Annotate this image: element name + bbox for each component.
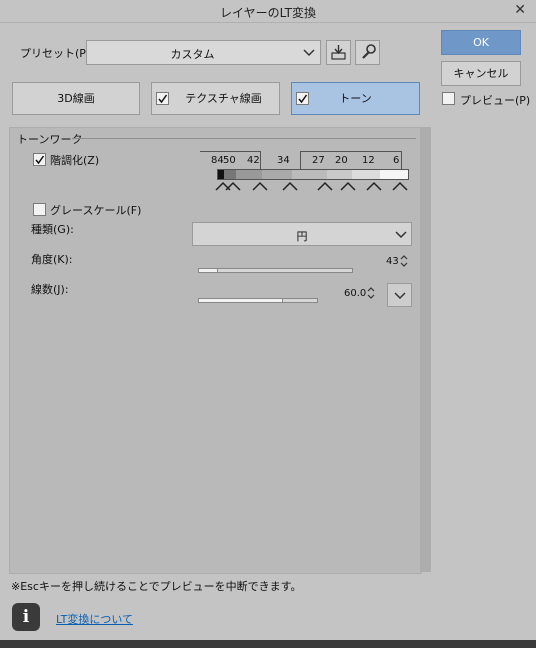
level-handle[interactable] xyxy=(339,181,357,191)
spinner-icon[interactable] xyxy=(366,286,376,300)
angle-slider[interactable] xyxy=(198,268,353,273)
level-handle[interactable] xyxy=(391,181,409,191)
panel-scrollbar[interactable] xyxy=(420,127,431,572)
level-handle[interactable] xyxy=(365,181,383,191)
lines-options-button[interactable] xyxy=(387,283,412,307)
lines-value[interactable]: 60.0 xyxy=(344,288,366,299)
level-bracket xyxy=(300,151,402,170)
check-icon xyxy=(35,155,45,165)
window-title: レイヤーのLT変換 xyxy=(219,6,316,20)
cancel-button[interactable]: キャンセル xyxy=(441,61,521,86)
angle-label: 角度(K): xyxy=(31,253,73,266)
chevron-down-icon xyxy=(303,49,315,57)
level-bracket xyxy=(200,151,261,170)
preset-dropdown[interactable]: カスタム xyxy=(86,40,321,65)
level-34: 34 xyxy=(277,155,290,166)
lines-slider-fill xyxy=(199,299,283,302)
posterize-checkbox[interactable] xyxy=(33,153,46,166)
level-handle[interactable] xyxy=(251,181,269,191)
chevron-down-icon xyxy=(395,231,407,239)
level-handle[interactable] xyxy=(281,181,299,191)
cancel-label: キャンセル xyxy=(453,67,509,80)
preset-settings-button[interactable] xyxy=(355,40,380,65)
help-link[interactable]: LT変換について xyxy=(56,611,133,627)
chevron-down-icon xyxy=(393,292,406,300)
ok-button[interactable]: OK xyxy=(441,30,521,55)
tab-tone-checkbox[interactable] xyxy=(296,92,309,105)
title-bar: レイヤーのLT変換 ✕ xyxy=(0,0,536,23)
check-icon xyxy=(298,94,308,104)
gradient-bar[interactable] xyxy=(217,169,409,180)
check-icon xyxy=(158,94,168,104)
tab-texture-lineart[interactable]: テクスチャ線画 xyxy=(151,82,280,115)
kind-dropdown[interactable]: 円 xyxy=(192,222,412,246)
angle-slider-fill xyxy=(199,269,219,272)
preview-label[interactable]: プレビュー(P) xyxy=(460,92,530,108)
import-icon xyxy=(331,45,346,60)
spinner-icon[interactable] xyxy=(399,254,409,268)
preset-value: カスタム xyxy=(170,48,215,61)
tab-tone-label: トーン xyxy=(339,92,372,105)
wrench-icon xyxy=(362,44,376,59)
preview-checkbox[interactable] xyxy=(442,92,455,105)
tab-texture-label: テクスチャ線画 xyxy=(185,92,262,105)
section-divider xyxy=(72,138,416,139)
posterize-label[interactable]: 階調化(Z) xyxy=(50,152,99,168)
lines-slider[interactable] xyxy=(198,298,318,303)
grayscale-checkbox[interactable] xyxy=(33,203,46,216)
ok-label: OK xyxy=(473,36,489,49)
dialog-window: レイヤーのLT変換 ✕ プリセット(P): カスタム OK キャンセル プレビュ… xyxy=(0,0,536,640)
level-handle[interactable] xyxy=(316,181,334,191)
level-handle[interactable] xyxy=(224,181,242,191)
lines-label: 線数(J): xyxy=(31,283,69,296)
grayscale-label[interactable]: グレースケール(F) xyxy=(50,202,141,218)
kind-label: 種類(G): xyxy=(31,223,74,236)
close-icon[interactable]: ✕ xyxy=(514,2,526,18)
tab-texture-checkbox[interactable] xyxy=(156,92,169,105)
kind-value: 円 xyxy=(296,230,308,243)
preset-label: プリセット(P): xyxy=(20,47,94,60)
angle-value[interactable]: 43 xyxy=(386,256,399,267)
info-icon: i xyxy=(12,603,40,631)
tab-3d-lineart-label: 3D線画 xyxy=(57,92,95,105)
footer-note: ※Escキーを押し続けることでプレビューを中断できます。 xyxy=(11,580,302,593)
tab-3d-lineart[interactable]: 3D線画 xyxy=(12,82,140,115)
section-title: トーンワーク xyxy=(17,133,83,146)
preset-import-button[interactable] xyxy=(326,40,351,65)
settings-panel xyxy=(9,127,422,574)
tab-tone[interactable]: トーン xyxy=(291,82,420,115)
